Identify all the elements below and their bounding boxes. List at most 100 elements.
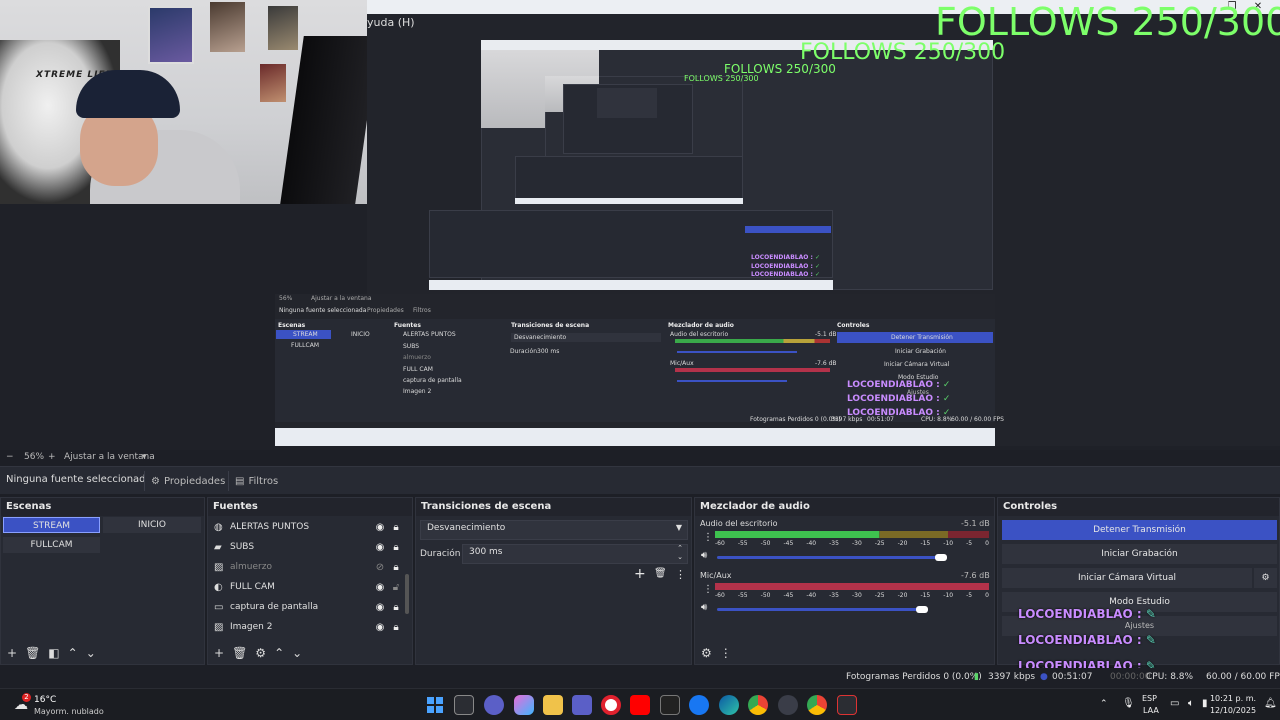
chevron-up-icon[interactable]: ⌃ [1100, 699, 1108, 709]
fit-dropdown-icon[interactable]: ▾ [142, 452, 147, 462]
battery-icon[interactable]: ▮ [1202, 698, 1208, 709]
meter-scale: -60 -55 -50 -45 -40 -35 -30 -25 -20 -15 -10 -5 0 [715, 592, 989, 599]
source-item[interactable]: ▭ captura de pantalla ◉ 🔒︎ [214, 597, 404, 617]
network-icon[interactable]: ▭ [1170, 698, 1179, 709]
add-scene-icon[interactable]: + [7, 646, 17, 660]
notifications-icon[interactable]: 🔔︎ [1264, 698, 1277, 709]
properties-button[interactable]: ⚙ Propiedades [144, 471, 231, 491]
chat-app-icon[interactable] [484, 695, 504, 715]
properties-label: Propiedades [163, 475, 226, 487]
remove-source-icon[interactable]: 🗑 [232, 646, 247, 660]
volume-slider-knob[interactable] [935, 554, 947, 561]
source-item[interactable]: ▨ Imagen 2 ◉ 🔒︎ [214, 617, 404, 637]
microphone-icon[interactable]: 🎙︎ [1122, 698, 1135, 709]
lock-icon[interactable]: 🔒︎ [388, 602, 404, 613]
source-properties-icon[interactable]: ⚙ [255, 646, 266, 660]
lock-icon[interactable]: 🔒︎ [388, 522, 404, 533]
obs-icon[interactable] [778, 695, 798, 715]
stop-stream-button[interactable]: Detener Transmisión [1002, 520, 1277, 540]
channel-db: -7.6 dB [961, 571, 990, 580]
wall-poster [260, 64, 286, 102]
source-item[interactable]: ▨ almuerzo ⊘ 🔒︎ [214, 557, 404, 577]
nested-stop-btn-2 [745, 226, 831, 233]
clock-date[interactable]: 12/10/2025 [1208, 706, 1258, 715]
chrome-icon[interactable] [748, 695, 768, 715]
lock-icon[interactable]: 🔒︎ [388, 542, 404, 553]
mixer-menu-icon[interactable]: ⋮ [720, 646, 732, 660]
window-title-fragment: yuda (H) [367, 16, 415, 29]
virtual-camera-settings-icon[interactable]: ⚙ [1254, 568, 1277, 588]
transitions-dock: Transiciones de escena Desvanecimiento ▼… [415, 497, 692, 665]
eye-icon[interactable]: ◉ [372, 602, 388, 613]
add-transition-icon[interactable]: + [634, 566, 646, 582]
lock-icon[interactable]: 🔒︎ [388, 562, 404, 573]
temperature: 16°C [34, 695, 57, 705]
nested-window-5 [597, 88, 657, 118]
terminal-icon[interactable] [660, 695, 680, 715]
scene-stream[interactable]: STREAM [3, 517, 100, 533]
move-up-icon[interactable]: ⌃ [68, 646, 78, 660]
copilot-icon[interactable] [514, 695, 534, 715]
eye-icon[interactable]: ◉ [372, 582, 388, 593]
file-explorer-icon[interactable] [543, 695, 563, 715]
preview-canvas[interactable]: ❐ ✕ yuda (H) LOCOENDIABLAO : ✓ LOCOENDIA… [0, 0, 1280, 450]
volume-slider-knob[interactable] [916, 606, 928, 613]
move-down-icon[interactable]: ⌄ [292, 646, 302, 660]
scene-filters-icon[interactable]: ◧ [48, 646, 59, 660]
source-item[interactable]: ◍ ALERTAS PUNTOS ◉ 🔒︎ [214, 517, 404, 537]
eye-icon[interactable]: ◉ [372, 542, 388, 553]
dropped-frames: Fotogramas Perdidos 0 (0.0%) [846, 672, 982, 682]
zoom-out-button[interactable]: − [6, 452, 14, 462]
task-view-icon[interactable] [454, 695, 474, 715]
volume-slider[interactable] [717, 608, 922, 611]
channel-menu-icon[interactable]: ⋮ [703, 584, 713, 595]
remove-transition-icon[interactable]: 🗑 [654, 568, 667, 579]
source-item[interactable]: ▰ SUBS ◉ 🔒︎ [214, 537, 404, 557]
windows-start-icon[interactable] [425, 695, 445, 715]
remove-scene-icon[interactable]: 🗑 [25, 646, 40, 660]
youtube-icon[interactable] [630, 695, 650, 715]
globe-icon: ◍ [214, 521, 223, 533]
channel-menu-icon[interactable]: ⋮ [703, 532, 713, 543]
zoom-in-button[interactable]: + [48, 452, 56, 462]
speaker-icon[interactable]: 🔈︎ [1188, 698, 1194, 709]
opera-icon[interactable] [601, 695, 621, 715]
lock-icon[interactable]: 🔒︎ [388, 622, 404, 633]
volume-icon[interactable]: 🔊︎ [701, 550, 707, 561]
scene-inicio[interactable]: INICIO [103, 517, 201, 533]
add-source-icon[interactable]: + [214, 646, 224, 660]
zoom-level: 56% [24, 452, 45, 462]
volume-slider[interactable] [717, 556, 941, 559]
streamer [60, 70, 240, 204]
start-recording-button[interactable]: Iniciar Grabación [1002, 544, 1277, 564]
clock-time[interactable]: 10:21 p. m. [1208, 694, 1258, 703]
transition-menu-icon[interactable]: ⋮ [675, 568, 686, 581]
eye-icon[interactable]: ◉ [372, 522, 388, 533]
facebook-icon[interactable] [689, 695, 709, 715]
eye-icon[interactable]: ◉ [372, 622, 388, 633]
mini-cpu: CPU: 8.8% [921, 416, 953, 423]
status-bar: Fotogramas Perdidos 0 (0.0%) ▮ 3397 kbps… [0, 668, 1280, 688]
keyboard-layout[interactable]: LAA [1143, 706, 1159, 715]
start-virtual-camera-button[interactable]: Iniciar Cámara Virtual [1002, 568, 1252, 588]
source-item[interactable]: ◐ FULL CAM ◉ 🔓︎ [214, 577, 404, 597]
mini-status: Fotogramas Perdidos 0 (0.0%) [750, 416, 841, 423]
transition-select[interactable]: Desvanecimiento ▼ [420, 520, 688, 540]
filters-button[interactable]: ▤ Filtros [228, 471, 284, 491]
advanced-audio-icon[interactable]: ⚙ [701, 646, 712, 660]
spin-arrows-icon[interactable]: ⌃ ⌄ [677, 544, 683, 562]
volume-icon[interactable]: 🔊︎ [701, 602, 707, 613]
chrome-icon[interactable] [807, 695, 827, 715]
capcut-icon[interactable] [837, 695, 857, 715]
scene-fullcam[interactable]: FULLCAM [3, 537, 100, 553]
eye-hidden-icon[interactable]: ⊘ [372, 562, 388, 573]
move-down-icon[interactable]: ⌄ [86, 646, 96, 660]
edge-icon[interactable] [719, 695, 739, 715]
move-up-icon[interactable]: ⌃ [274, 646, 284, 660]
unlock-icon[interactable]: 🔓︎ [388, 582, 404, 593]
sources-scrollbar[interactable] [405, 574, 409, 614]
teams-icon[interactable] [572, 695, 592, 715]
mini-time: 00:51:07 [867, 416, 894, 423]
language-code[interactable]: ESP [1142, 694, 1157, 703]
duration-spinbox[interactable]: 300 ms ⌃ ⌄ [462, 544, 688, 564]
